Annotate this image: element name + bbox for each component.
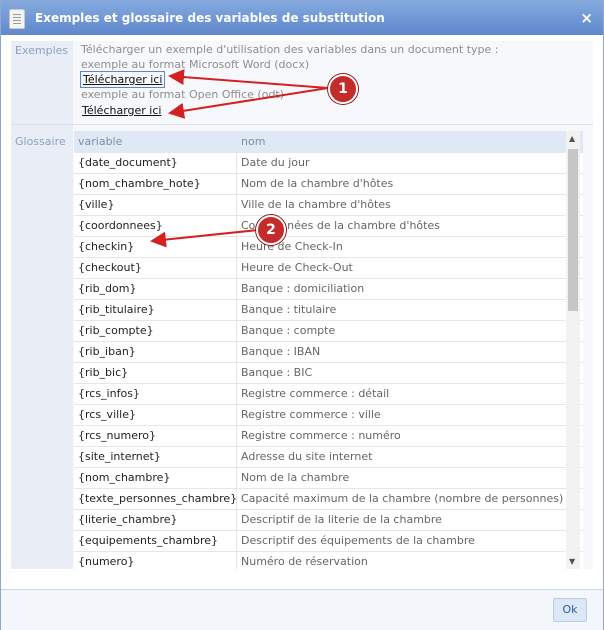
document-icon	[9, 9, 25, 29]
name-cell: Banque : compte	[241, 324, 336, 337]
ok-button[interactable]: Ok	[553, 598, 587, 622]
variable-cell: {texte_personnes_chambre}	[74, 489, 237, 509]
variable-cell: {nom_chambre}	[74, 468, 237, 488]
variable-cell: {rcs_infos}	[74, 384, 237, 404]
variable-cell: {site_internet}	[74, 447, 237, 467]
name-cell: Registre commerce : ville	[241, 408, 381, 421]
variable-cell: {rib_dom}	[74, 279, 237, 299]
name-cell: Banque : BIC	[241, 366, 313, 379]
section-divider	[11, 124, 593, 125]
table-row[interactable]: {rib_dom} Banque : domiciliation	[74, 279, 583, 300]
variable-cell: {checkout}	[74, 258, 237, 278]
variable-cell: {rcs_ville}	[74, 405, 237, 425]
name-cell: Coordonnées de la chambre d'hôtes	[241, 219, 440, 232]
table-row[interactable]: {numero} Numéro de réservation	[74, 552, 583, 569]
name-cell: Heure de Check-Out	[241, 261, 353, 274]
name-cell: Registre commerce : numéro	[241, 429, 401, 442]
name-cell: Nom de la chambre d'hôtes	[241, 177, 394, 190]
name-cell: Banque : domiciliation	[241, 282, 365, 295]
table-row[interactable]: {coordonnees} Coordonnées de la chambre d…	[74, 216, 583, 237]
table-row[interactable]: {nom_chambre_hote} Nom de la chambre d'hô…	[74, 174, 583, 195]
variable-cell: {rib_titulaire}	[74, 300, 237, 320]
substitution-dialog: Exemples et glossaire des variables de s…	[0, 0, 604, 630]
dialog-title: Exemples et glossaire des variables de s…	[35, 11, 385, 25]
table-body: {date_document} Date du jour {nom_chambre_…	[74, 153, 583, 569]
table-row[interactable]: {ville} Ville de la chambre d'hôtes	[74, 195, 583, 216]
column-header-nom[interactable]: nom	[237, 131, 583, 153]
scrollbar-thumb[interactable]	[568, 149, 578, 311]
name-cell: Capacité maximum de la chambre (nombre d…	[241, 492, 564, 505]
table-row[interactable]: {equipements_chambre} Descriptif des équi…	[74, 531, 583, 552]
name-cell: Registre commerce : détail	[241, 387, 390, 400]
dialog-footer: Ok	[1, 589, 603, 630]
name-cell: Heure de Check-In	[241, 240, 343, 253]
variable-cell: {ville}	[74, 195, 237, 215]
variable-cell: {checkin}	[74, 237, 237, 257]
glossary-table: variable nom {date_document} Date du jour…	[74, 131, 583, 569]
name-cell: Ville de la chambre d'hôtes	[241, 198, 391, 211]
variable-cell: {equipements_chambre}	[74, 531, 237, 551]
table-row[interactable]: {rcs_ville} Registre commerce : ville	[74, 405, 583, 426]
table-row[interactable]: {checkout} Heure de Check-Out	[74, 258, 583, 279]
table-row[interactable]: {checkin} Heure de Check-In	[74, 237, 583, 258]
dialog-titlebar: Exemples et glossaire des variables de s…	[1, 1, 603, 35]
scroll-down-icon[interactable]: ▼	[569, 557, 575, 566]
annotation-badge-1: 1	[328, 74, 358, 104]
name-cell: Banque : IBAN	[241, 345, 321, 358]
table-row[interactable]: {rib_bic} Banque : BIC	[74, 363, 583, 384]
table-row[interactable]: {rib_compte} Banque : compte	[74, 321, 583, 342]
table-row[interactable]: {rib_titulaire} Banque : titulaire	[74, 300, 583, 321]
scroll-up-icon[interactable]: ▲	[569, 134, 575, 143]
variable-cell: {rcs_numero}	[74, 426, 237, 446]
annotation-badge-2: 2	[256, 215, 286, 245]
table-row[interactable]: {rib_iban} Banque : IBAN	[74, 342, 583, 363]
examples-label: Exemples	[15, 44, 69, 57]
name-cell: Adresse du site internet	[241, 450, 373, 463]
download-word-link[interactable]: Télécharger ici	[80, 71, 166, 88]
examples-intro: Télécharger un exemple d'utilisation des…	[81, 43, 499, 56]
word-format-label: exemple au format Microsoft Word (docx)	[81, 58, 310, 71]
table-row[interactable]: {rcs_numero} Registre commerce : numéro	[74, 426, 583, 447]
name-cell: Date du jour	[241, 156, 310, 169]
vertical-scrollbar[interactable]: ▲ ▼	[566, 131, 580, 569]
table-row[interactable]: {date_document} Date du jour	[74, 153, 583, 174]
table-row[interactable]: {texte_personnes_chambre} Capacité maximu…	[74, 489, 583, 510]
name-cell: Nom de la chambre	[241, 471, 350, 484]
odt-format-label: exemple au format Open Office (odt)	[81, 88, 285, 101]
table-row[interactable]: {literie_chambre} Descriptif de la literi…	[74, 510, 583, 531]
name-cell: Banque : titulaire	[241, 303, 337, 316]
table-row[interactable]: {rcs_infos} Registre commerce : détail	[74, 384, 583, 405]
variable-cell: {date_document}	[74, 153, 237, 173]
variable-cell: {rib_iban}	[74, 342, 237, 362]
variable-cell: {coordonnees}	[74, 216, 237, 236]
variable-cell: {rib_bic}	[74, 363, 237, 383]
dialog-body: Exemples Télécharger un exemple d'utilis…	[11, 41, 593, 569]
variable-cell: {literie_chambre}	[74, 510, 237, 530]
variable-cell: {numero}	[74, 552, 237, 569]
table-header: variable nom	[74, 131, 583, 153]
close-icon[interactable]: ×	[580, 9, 593, 27]
column-header-variable[interactable]: variable	[74, 131, 237, 153]
variable-cell: {rib_compte}	[74, 321, 237, 341]
section-label-column	[11, 41, 73, 569]
download-odt-link[interactable]: Télécharger ici	[80, 103, 163, 118]
glossary-label: Glossaire	[15, 135, 66, 148]
name-cell: Descriptif de la literie de la chambre	[241, 513, 442, 526]
name-cell: Descriptif des équipements de la chambre	[241, 534, 475, 547]
variable-cell: {nom_chambre_hote}	[74, 174, 237, 194]
table-row[interactable]: {nom_chambre} Nom de la chambre	[74, 468, 583, 489]
table-row[interactable]: {site_internet} Adresse du site internet	[74, 447, 583, 468]
name-cell: Numéro de réservation	[241, 555, 368, 568]
